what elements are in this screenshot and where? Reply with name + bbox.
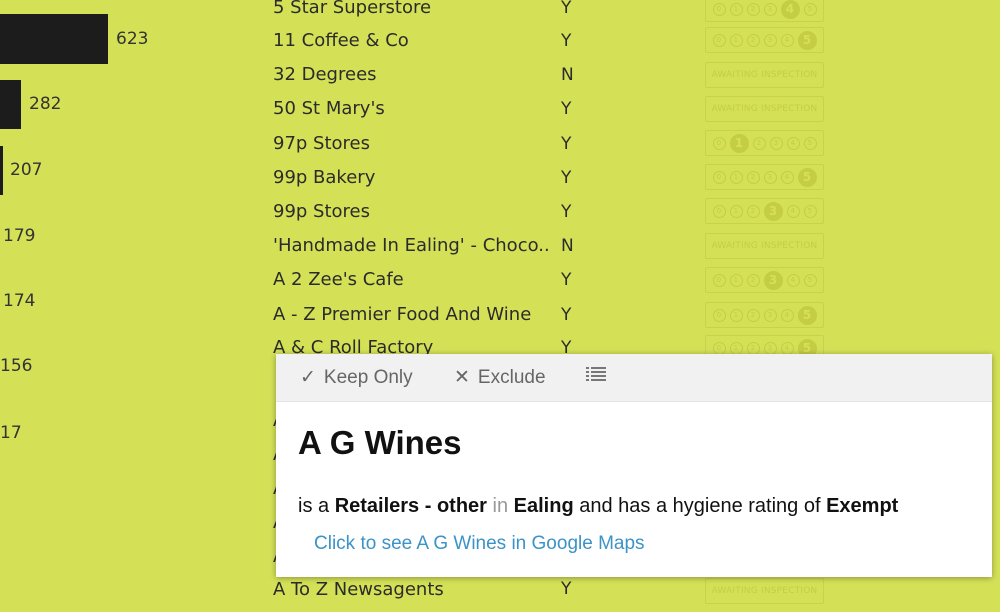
desc-mid: and has a hygiene rating of — [579, 495, 821, 517]
list-item[interactable]: A To Z Newsagents Y AWAITING INSPECTION — [0, 578, 1000, 612]
tooltip-popover: ✓ Keep Only ✕ Exclude A G Wines is a Ret… — [276, 354, 992, 577]
view-data-button[interactable] — [586, 366, 606, 382]
rating-badge: AWAITING INSPECTION — [705, 62, 824, 88]
rating-badge: 012345 — [705, 0, 824, 22]
google-maps-link[interactable]: Click to see A G Wines in Google Maps — [314, 533, 645, 555]
establishment-name: 97p Stores — [273, 133, 371, 154]
list-item[interactable]: 11 Coffee & Co Y 012345 — [0, 27, 1000, 63]
establishment-name: 50 St Mary's — [273, 98, 385, 119]
establishment-name: 32 Degrees — [273, 64, 377, 85]
keep-only-label: Keep Only — [323, 366, 413, 388]
establishment-name: A To Z Newsagents — [273, 579, 444, 600]
flag-value: Y — [561, 31, 572, 51]
flag-value: Y — [561, 168, 572, 188]
rating-badge: 012345 — [705, 130, 824, 156]
desc-in: in — [492, 495, 509, 517]
location: Ealing — [513, 495, 574, 517]
establishment-name: 99p Bakery — [273, 167, 376, 188]
establishment-name: 'Handmade In Ealing' - Choco.. — [273, 235, 550, 256]
tooltip-toolbar: ✓ Keep Only ✕ Exclude — [276, 354, 992, 402]
list-item[interactable]: A 2 Zee's Cafe Y 012345 — [0, 267, 1000, 303]
rating-badge: 012345 — [705, 267, 824, 293]
hygiene-rating: Exempt — [826, 495, 899, 517]
tooltip-description: is a Retailers - other in Ealing and has… — [298, 495, 898, 518]
rating-badge: 012345 — [705, 27, 824, 53]
establishment-name: 99p Stores — [273, 201, 371, 222]
flag-value: Y — [561, 0, 572, 18]
rating-badge: AWAITING INSPECTION — [705, 233, 824, 259]
list-item[interactable]: 97p Stores Y 012345 — [0, 130, 1000, 166]
exclude-label: Exclude — [477, 366, 546, 388]
establishment-name: 11 Coffee & Co — [273, 30, 409, 51]
rating-badge: 012345 — [705, 164, 824, 190]
flag-value: Y — [561, 134, 572, 154]
list-item[interactable]: 99p Bakery Y 012345 — [0, 164, 1000, 200]
rating-badge: AWAITING INSPECTION — [705, 578, 824, 604]
keep-only-button[interactable]: ✓ Keep Only — [300, 366, 413, 389]
desc-prefix: is a — [298, 495, 330, 517]
list-item[interactable]: 99p Stores Y 012345 — [0, 198, 1000, 234]
dashboard: 623 282 207 179 174 156 17 5 Star Supers… — [0, 0, 1000, 604]
flag-value: Y — [561, 270, 572, 290]
flag-value: Y — [561, 99, 572, 119]
list-item[interactable]: 32 Degrees N AWAITING INSPECTION — [0, 62, 1000, 97]
list-item[interactable]: 'Handmade In Ealing' - Choco.. N AWAITIN… — [0, 233, 1000, 269]
flag-value: Y — [561, 305, 572, 325]
flag-value: N — [561, 236, 574, 256]
business-type: Retailers - other — [334, 495, 487, 517]
rating-badge: 012345 — [705, 302, 824, 328]
tooltip-title: A G Wines — [298, 424, 462, 461]
flag-value: Y — [561, 202, 572, 222]
list-item[interactable]: 50 St Mary's Y AWAITING INSPECTION — [0, 96, 1000, 131]
establishment-name: A - Z Premier Food And Wine — [273, 304, 532, 325]
table-icon — [586, 367, 606, 381]
flag-value: Y — [561, 579, 572, 599]
establishment-name: A 2 Zee's Cafe — [273, 269, 404, 290]
bar-value-label: 17 — [0, 423, 22, 443]
exclude-button[interactable]: ✕ Exclude — [454, 366, 546, 389]
x-icon: ✕ — [454, 367, 470, 388]
establishment-name: 5 Star Superstore — [273, 0, 432, 18]
rating-badge: AWAITING INSPECTION — [705, 96, 824, 122]
list-item[interactable]: A - Z Premier Food And Wine Y 012345 — [0, 302, 1000, 338]
flag-value: N — [561, 65, 574, 85]
rating-badge: 012345 — [705, 198, 824, 224]
checkmark-icon: ✓ — [300, 367, 316, 388]
list-item[interactable]: 5 Star Superstore Y 012345 — [0, 0, 1000, 30]
